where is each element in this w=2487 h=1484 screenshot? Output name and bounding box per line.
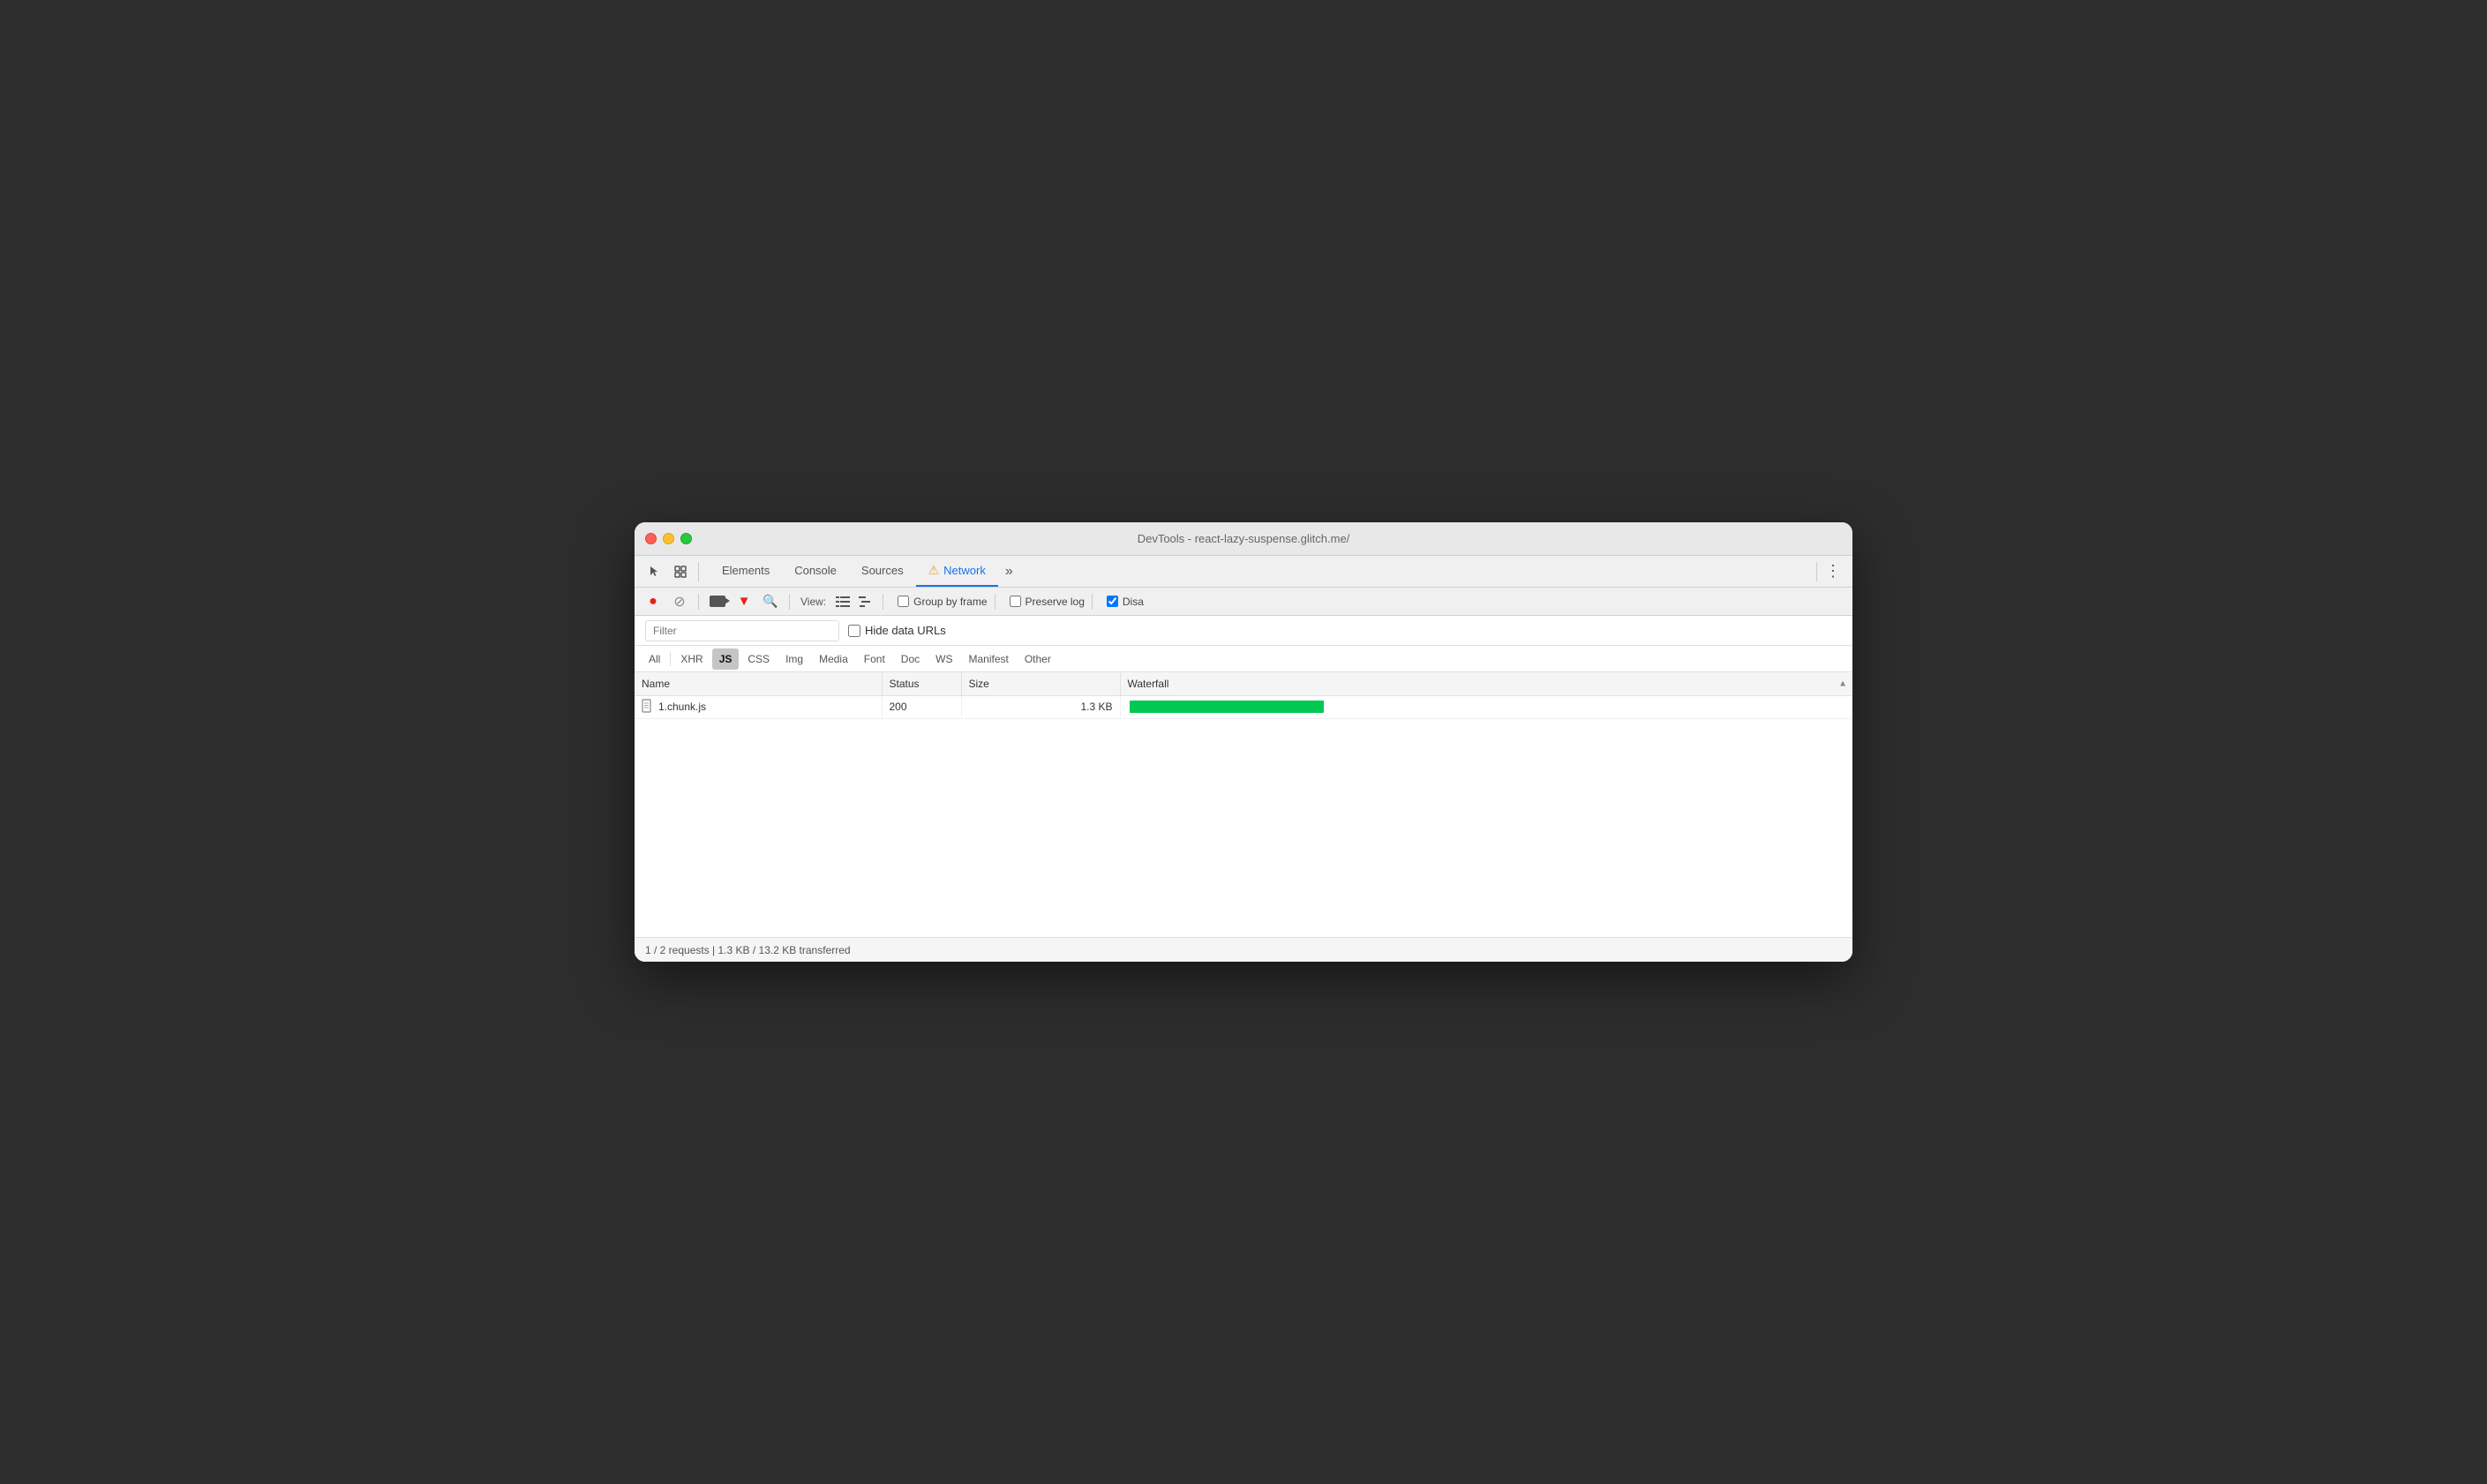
close-button[interactable] [645,533,657,544]
type-filter-other[interactable]: Other [1018,648,1058,670]
preserve-log-group: Preserve log [1010,596,1085,608]
devtools-window: DevTools - react-lazy-suspense.glitch.me… [635,522,1852,962]
col-header-name[interactable]: Name [635,672,882,695]
type-filter-all[interactable]: All [642,648,667,670]
group-by-frame-checkbox[interactable] [898,596,909,607]
toolbar-sep-1 [698,594,699,610]
view-list-icon[interactable] [833,592,853,611]
tab-sources[interactable]: Sources [849,556,916,587]
td-name: 1.chunk.js [635,695,882,718]
search-button[interactable]: 🔍 [759,590,782,613]
view-label: View: [800,596,826,608]
status-text: 1 / 2 requests | 1.3 KB / 13.2 KB transf… [645,944,851,956]
network-table: Name Status Size Waterfall ▲ [635,672,1852,719]
waterfall-bar [1130,701,1324,713]
file-icon [642,699,654,716]
tab-elements[interactable]: Elements [710,556,782,587]
table-row[interactable]: 1.chunk.js 200 1.3 KB [635,695,1852,718]
toolbar-sep-5 [1092,594,1093,610]
title-bar: DevTools - react-lazy-suspense.glitch.me… [635,522,1852,556]
file-name-cell: 1.chunk.js [642,699,875,716]
type-filter-doc[interactable]: Doc [894,648,927,670]
network-table-container: Name Status Size Waterfall ▲ [635,672,1852,937]
minimize-button[interactable] [663,533,674,544]
type-filter-img[interactable]: Img [778,648,810,670]
disable-cache-label: Disa [1123,596,1144,608]
hide-data-urls-label: Hide data URLs [865,624,946,637]
disable-cache-checkbox[interactable] [1107,596,1118,607]
tabs: Elements Console Sources ⚠ Network » [710,556,1816,587]
type-filter-font[interactable]: Font [857,648,892,670]
waterfall-sort-icon: ▲ [1838,678,1847,688]
devtools-panel: Elements Console Sources ⚠ Network » ⋮ [635,556,1852,962]
col-header-status[interactable]: Status [882,672,961,695]
camera-button[interactable] [706,590,729,613]
type-filter-css[interactable]: CSS [740,648,777,670]
filter-button[interactable]: ▼ [733,590,755,613]
table-header-row: Name Status Size Waterfall ▲ [635,672,1852,695]
traffic-lights [645,533,692,544]
td-status: 200 [882,695,961,718]
view-waterfall-icon[interactable] [856,592,875,611]
cursor-icon[interactable] [642,559,666,584]
camera-icon [710,596,725,607]
inspect-icon[interactable] [668,559,693,584]
type-filter-bar: All XHR JS CSS Img Media Font Doc WS Man… [635,646,1852,672]
disable-cache-group: Disa [1107,596,1144,608]
more-options-button[interactable]: ⋮ [1821,559,1845,584]
type-filter-js[interactable]: JS [712,648,740,670]
network-toolbar: ● ⊘ ▼ 🔍 View: [635,588,1852,616]
waterfall-bar-container [1128,697,1846,716]
preserve-log-label: Preserve log [1026,596,1085,608]
tab-more-button[interactable]: » [998,556,1020,587]
type-filter-manifest[interactable]: Manifest [961,648,1015,670]
type-filter-media[interactable]: Media [812,648,855,670]
window-title: DevTools - react-lazy-suspense.glitch.me… [1138,532,1350,545]
hide-data-urls-checkbox[interactable] [848,625,860,637]
record-button[interactable]: ● [642,590,665,613]
td-waterfall [1120,695,1852,718]
type-filter-xhr[interactable]: XHR [673,648,710,670]
col-header-size[interactable]: Size [961,672,1120,695]
maximize-button[interactable] [680,533,692,544]
filter-bar: Hide data URLs [635,616,1852,646]
toolbar-sep-4 [995,594,996,610]
type-filter-ws[interactable]: WS [928,648,959,670]
group-by-frame-group: Group by frame [898,596,987,608]
preserve-log-checkbox[interactable] [1010,596,1021,607]
tab-divider [698,562,699,581]
group-by-frame-label: Group by frame [913,596,987,608]
warning-icon: ⚠ [928,563,940,578]
tab-bar-icons [642,559,703,584]
tab-network[interactable]: ⚠ Network [916,556,998,587]
tab-console[interactable]: Console [782,556,849,587]
stop-button[interactable]: ⊘ [668,590,691,613]
toolbar-sep-2 [789,594,790,610]
type-divider-1 [670,652,671,666]
status-bar: 1 / 2 requests | 1.3 KB / 13.2 KB transf… [635,937,1852,962]
filter-input[interactable] [645,620,839,641]
td-size: 1.3 KB [961,695,1120,718]
hide-data-urls-group: Hide data URLs [848,624,946,637]
tab-bar: Elements Console Sources ⚠ Network » ⋮ [635,556,1852,588]
col-header-waterfall[interactable]: Waterfall ▲ [1120,672,1852,695]
tab-end-divider [1816,562,1817,581]
